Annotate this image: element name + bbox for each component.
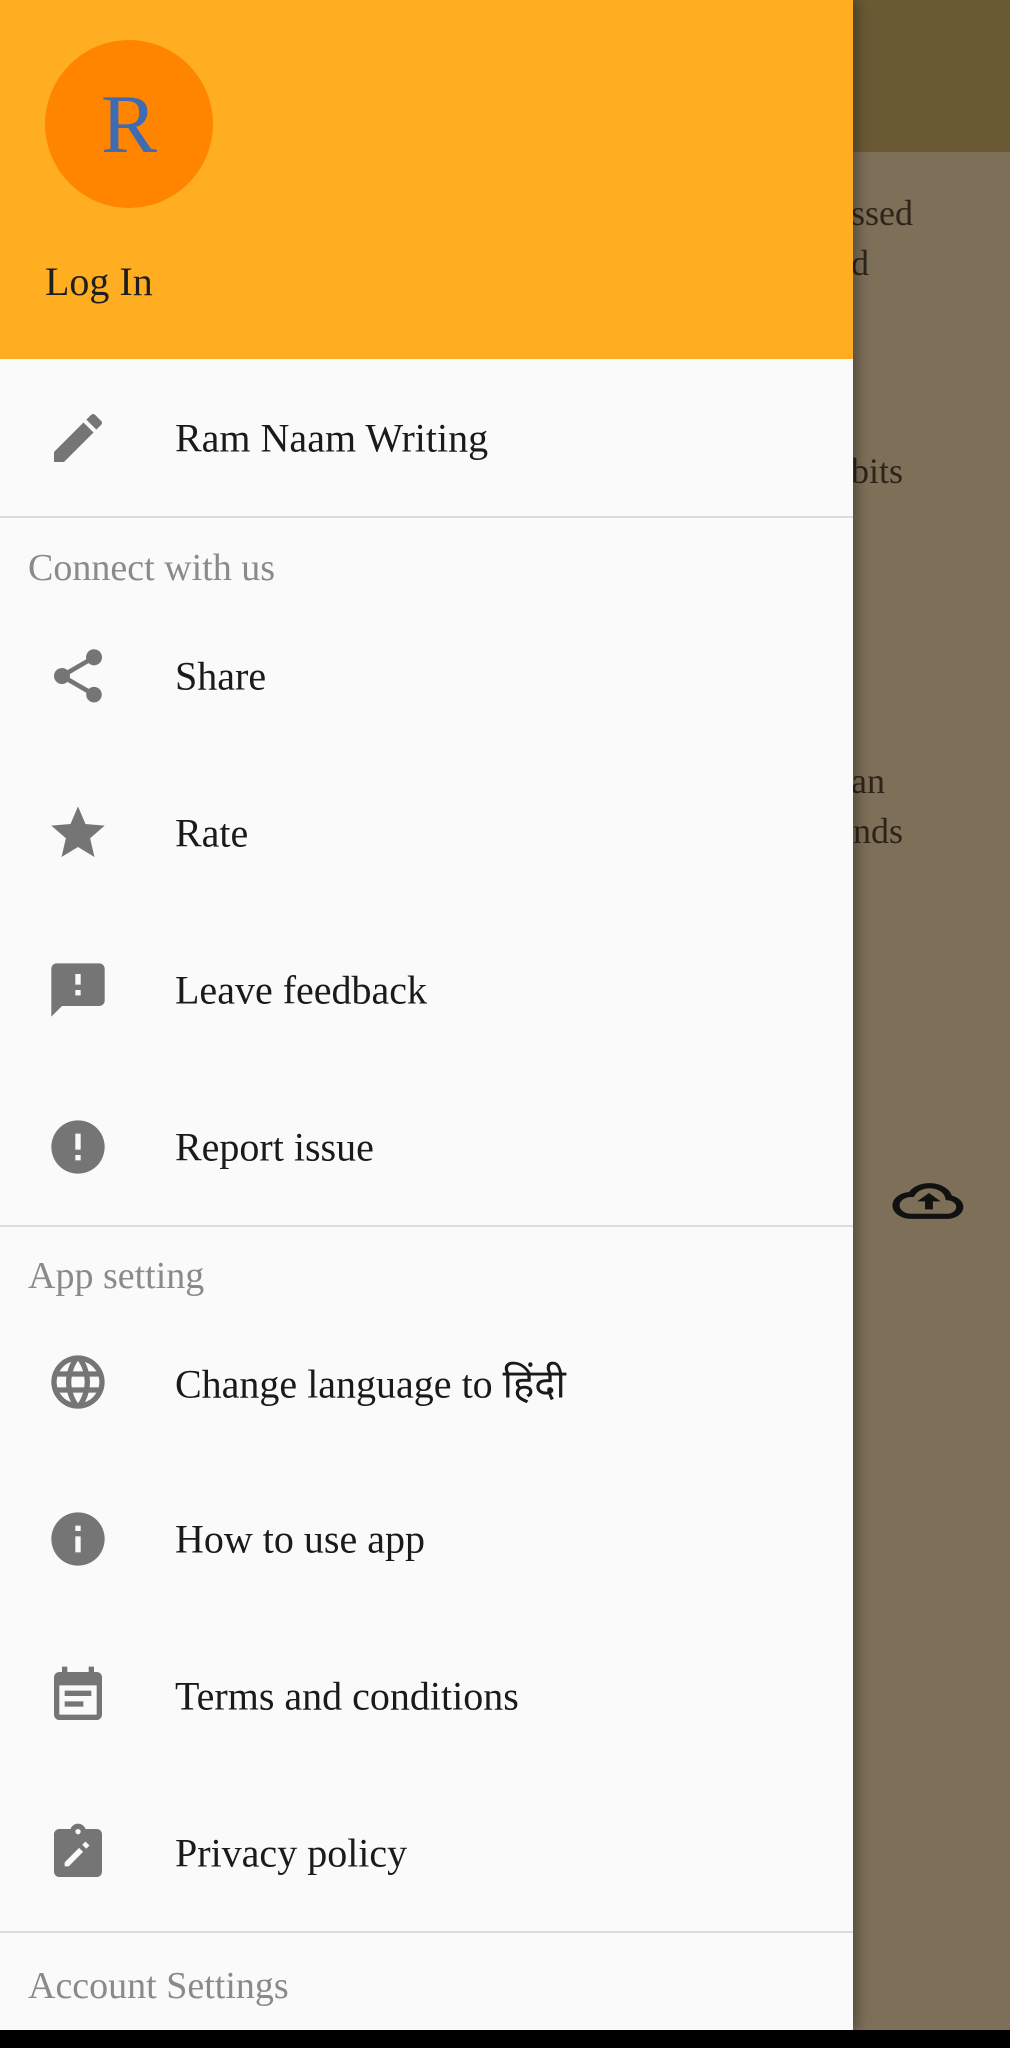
menu-item-label: Ram Naam Writing: [175, 415, 489, 460]
divider: [0, 1931, 853, 1933]
menu-item-label: Report issue: [175, 1124, 374, 1169]
avatar[interactable]: R: [45, 40, 213, 208]
clipboard-edit-icon: [46, 1821, 110, 1885]
share-icon: [46, 644, 110, 708]
menu-item-label: Terms and conditions: [175, 1673, 519, 1718]
drawer-header: R Log In: [0, 0, 853, 359]
pencil-icon: [46, 406, 110, 470]
menu-item-rate[interactable]: Rate: [0, 754, 853, 911]
globe-icon: [46, 1350, 110, 1414]
section-header-account-settings: Account Settings: [28, 1965, 289, 2007]
feedback-icon: [46, 958, 110, 1022]
menu-item-how-to-use[interactable]: How to use app: [0, 1460, 853, 1617]
menu-item-report-issue[interactable]: Report issue: [0, 1068, 853, 1225]
section-header-connect: Connect with us: [28, 547, 275, 589]
menu-item-leave-feedback[interactable]: Leave feedback: [0, 911, 853, 1068]
divider: [0, 516, 853, 518]
menu-item-label: How to use app: [175, 1516, 425, 1561]
menu-item-label: Privacy policy: [175, 1830, 408, 1875]
menu-item-label: Rate: [175, 810, 249, 855]
menu-item-ram-naam-writing[interactable]: Ram Naam Writing: [0, 359, 853, 516]
menu-item-change-language[interactable]: Change language to हिंदी: [0, 1303, 853, 1460]
menu-item-label: Leave feedback: [175, 967, 428, 1012]
menu-item-terms[interactable]: Terms and conditions: [0, 1617, 853, 1774]
star-icon: [46, 801, 110, 865]
calendar-document-icon: [46, 1664, 110, 1728]
cloud-upload-icon: [890, 1172, 968, 1228]
login-link[interactable]: Log In: [45, 258, 153, 305]
section-header-app-setting: App setting: [28, 1255, 205, 1297]
navigation-drawer: R Log In Ram Naam Writing Connect with u…: [0, 0, 853, 2030]
menu-item-share[interactable]: Share: [0, 597, 853, 754]
menu-item-privacy-policy[interactable]: Privacy policy: [0, 1774, 853, 1931]
system-nav-strip: [0, 2030, 1010, 2048]
app-screen: essed ed abits n s can onds R Log In Ram…: [0, 0, 1010, 2048]
avatar-letter: R: [100, 77, 158, 171]
info-icon: [46, 1507, 110, 1571]
menu-item-label: Share: [175, 653, 267, 698]
alert-circle-icon: [46, 1115, 110, 1179]
menu-item-label: Change language to हिंदी: [175, 1361, 566, 1406]
divider: [0, 1225, 853, 1227]
